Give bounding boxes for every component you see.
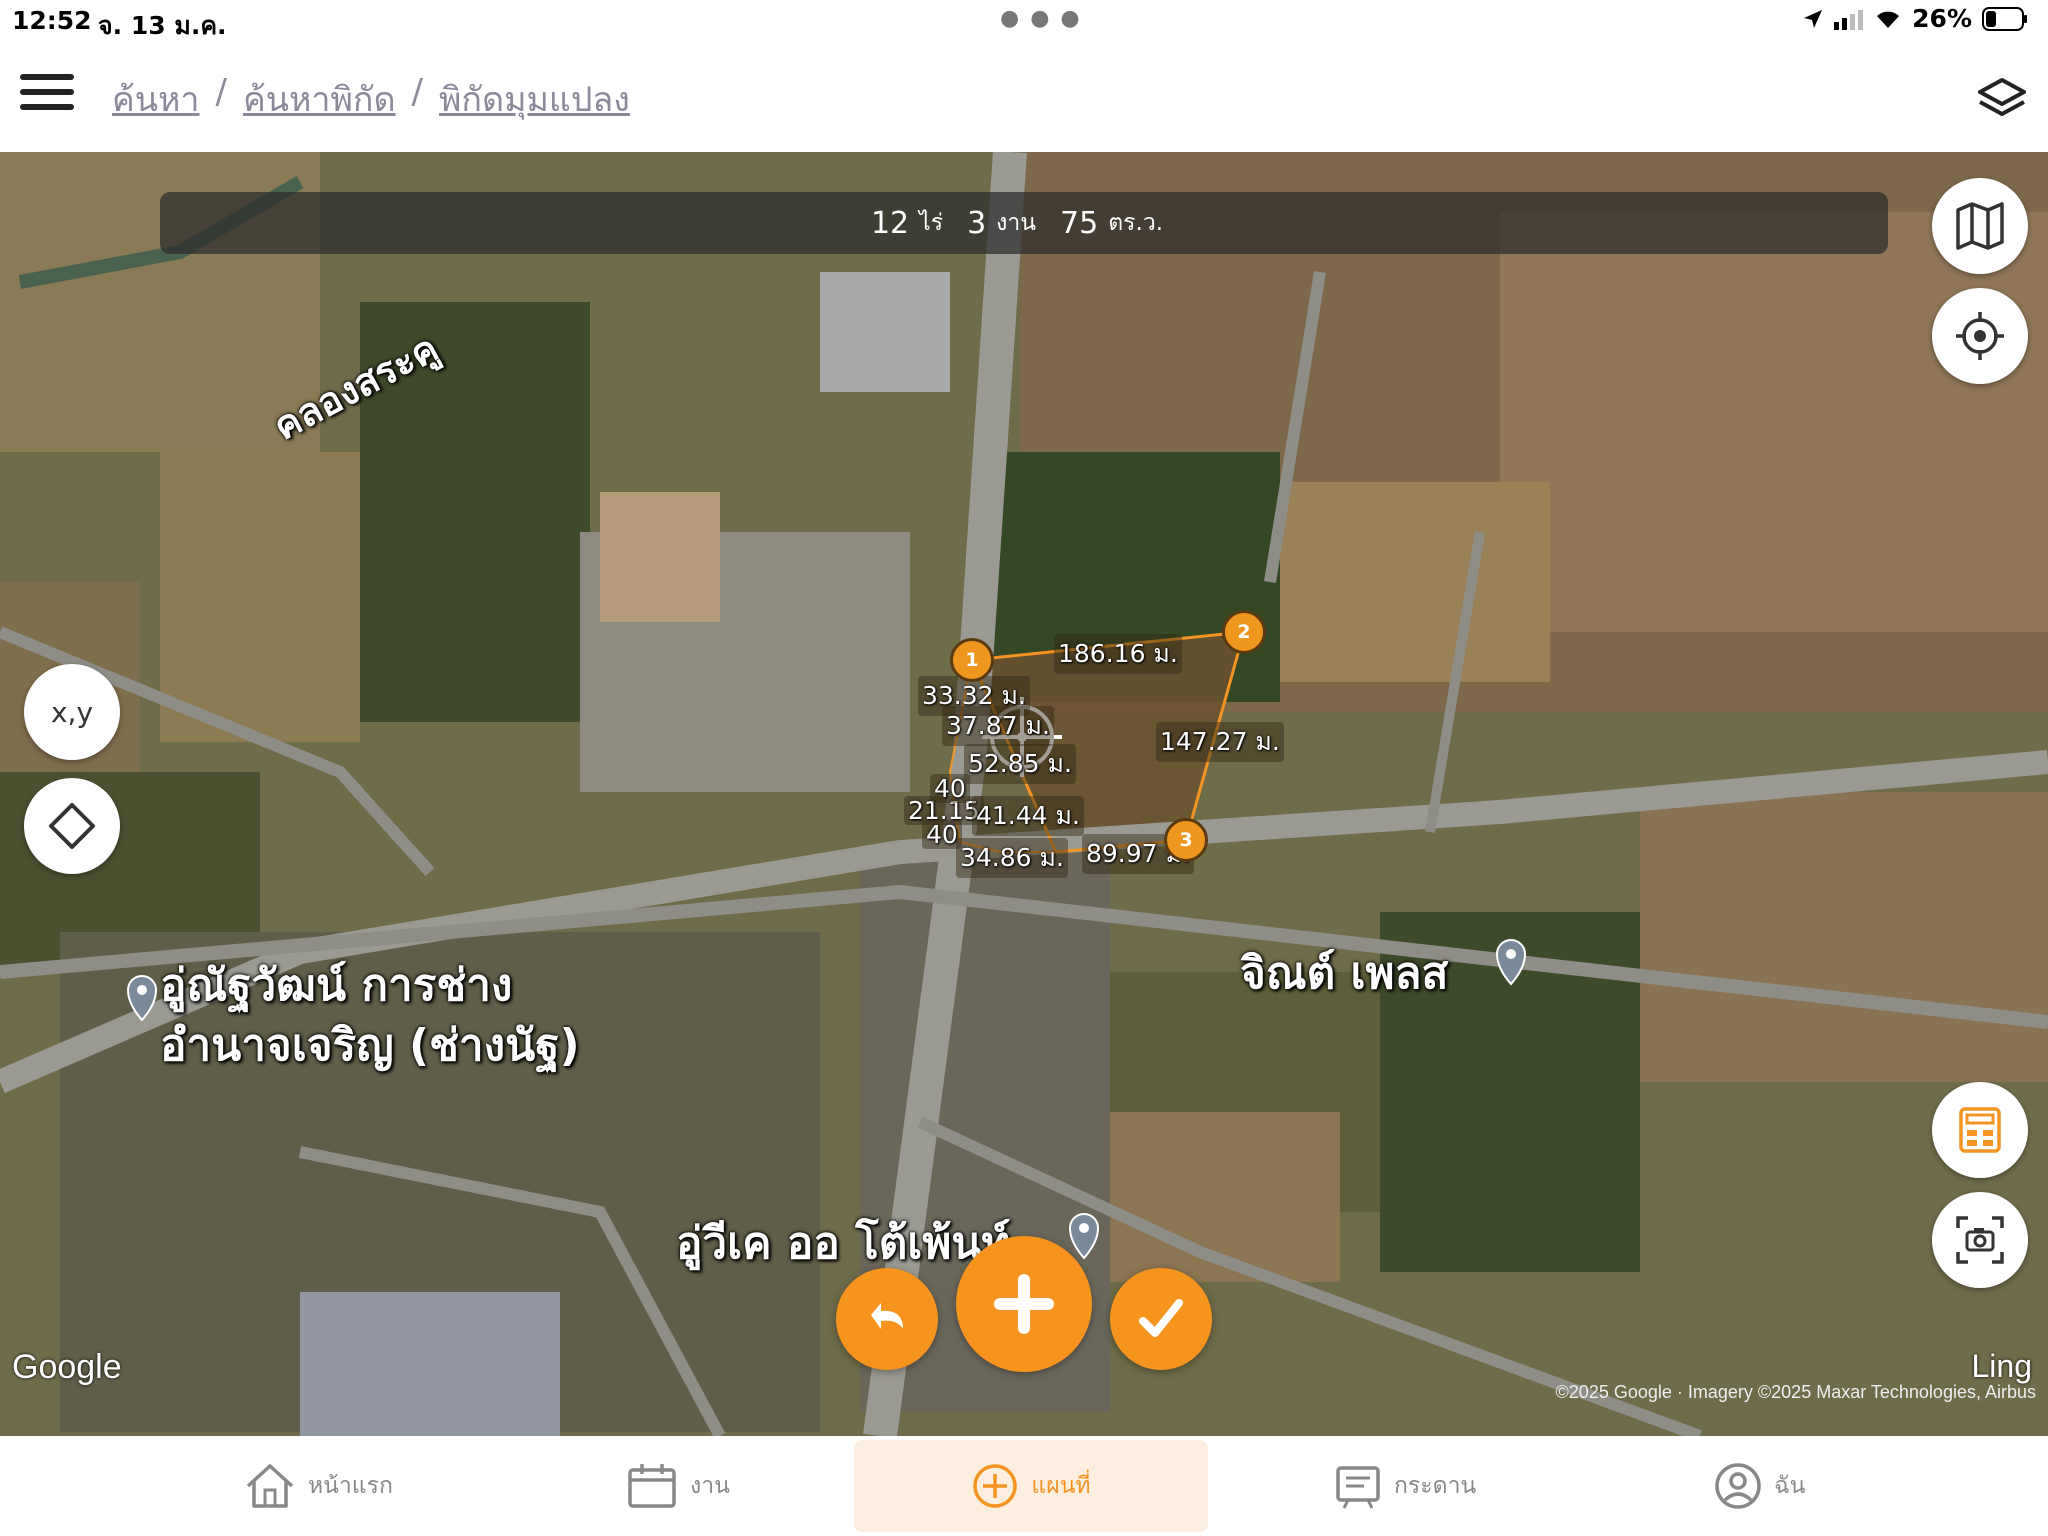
layers-icon[interactable]	[1976, 72, 2028, 124]
wifi-icon	[1877, 11, 1900, 28]
nav-board-label: กระดาน	[1394, 1473, 1477, 1499]
nav-jobs-label: งาน	[690, 1473, 730, 1499]
nav-home-label: หน้าแรก	[308, 1473, 393, 1499]
segment-length-b: 37.87 ม.	[942, 706, 1054, 746]
overlap-label: 40	[922, 820, 962, 849]
map-icon	[1956, 202, 2004, 250]
calculator-button[interactable]	[1932, 1082, 2028, 1178]
nav-map-label: แผนที่	[1031, 1473, 1091, 1499]
breadcrumb-separator: /	[411, 72, 424, 112]
map-label-shop-line2: อำนาจเจริญ (ช่างนัฐ)	[160, 1020, 580, 1071]
multitask-dots-icon[interactable]: ● ● ●	[1000, 6, 1082, 31]
brand-label: Ling	[1971, 1348, 2033, 1384]
segment-length-1-2: 186.16 ม.	[1054, 634, 1182, 674]
nav-home[interactable]: หน้าแรก	[244, 1440, 393, 1532]
xy-coordinate-button[interactable]: x,y	[24, 664, 120, 760]
add-point-button[interactable]	[956, 1236, 1092, 1372]
undo-icon	[871, 1303, 903, 1329]
status-indicators: 26%	[1802, 4, 2028, 33]
segment-length-c: 52.85 ม.	[964, 744, 1076, 784]
hamburger-menu-icon[interactable]	[20, 74, 74, 118]
area-rai-unit: ไร่	[919, 210, 944, 236]
calculator-icon	[1959, 1107, 2001, 1153]
google-logo: Google	[12, 1348, 122, 1386]
bottom-navigation: หน้าแรก งาน แผนที่ กระดาน ฉัน	[0, 1436, 2048, 1536]
board-icon	[1336, 1466, 1380, 1509]
vertex-marker-3[interactable]: 3	[1164, 818, 1208, 862]
status-time: 12:52	[12, 6, 92, 35]
calendar-icon	[628, 1464, 676, 1508]
status-bar: 12:52 จ. 13 ม.ค. ● ● ● 26%	[0, 0, 2048, 40]
screenshot-button[interactable]	[1932, 1192, 2028, 1288]
map-label-place-right: จิณต์ เพลส	[1240, 948, 1449, 999]
segment-length-f: 34.86 ม.	[956, 838, 1068, 878]
battery-percent: 26%	[1912, 4, 1972, 33]
breadcrumb-separator: /	[215, 72, 227, 112]
location-arrow-icon	[1804, 9, 1823, 28]
area-rai-value: 12	[870, 205, 910, 241]
satellite-map[interactable]: 12 ไร่ 3 งาน 75 ตร.ว. คลองสระคู อู่ณัฐวั…	[0, 152, 2048, 1436]
area-ngan-value: 3	[967, 205, 987, 241]
plus-icon	[994, 1274, 1054, 1334]
camera-capture-icon	[1956, 1216, 2004, 1264]
segment-length-2-3: 147.27 ม.	[1156, 722, 1284, 762]
diamond-icon	[49, 803, 95, 849]
breadcrumb-plot-corners[interactable]: พิกัดมุมแปลง	[439, 72, 630, 126]
app-header: ค้นหา / ค้นหาพิกัด / พิกัดมุมแปลง	[0, 40, 2048, 152]
nav-board[interactable]: กระดาน	[1334, 1440, 1476, 1532]
map-attribution[interactable]: ©2025 Google · Imagery ©2025 Maxar Techn…	[1556, 1382, 2036, 1403]
undo-button[interactable]	[836, 1268, 938, 1370]
map-label-garage: อู่วีเค ออ โต้เพ้นท์	[676, 1218, 1011, 1269]
nav-jobs[interactable]: งาน	[626, 1440, 730, 1532]
area-wa-value: 75	[1060, 205, 1099, 241]
map-view-button[interactable]	[1932, 178, 2028, 274]
battery-icon	[1982, 6, 2027, 31]
area-summary-banner: 12 ไร่ 3 งาน 75 ตร.ว.	[160, 192, 1888, 254]
vertex-mode-button[interactable]	[24, 778, 120, 874]
vertex-marker-1[interactable]: 1	[950, 638, 994, 682]
user-icon	[1715, 1463, 1761, 1509]
target-icon	[1956, 312, 2004, 360]
nav-map[interactable]: แผนที่	[854, 1440, 1208, 1532]
home-icon	[246, 1464, 294, 1508]
segment-length-e: 41.44 ม.	[972, 796, 1084, 836]
vertex-marker-2[interactable]: 2	[1222, 610, 1266, 654]
breadcrumb-search[interactable]: ค้นหา	[112, 72, 200, 126]
area-ngan-unit: งาน	[996, 210, 1037, 236]
area-wa-unit: ตร.ว.	[1108, 210, 1164, 236]
nav-profile[interactable]: ฉัน	[1714, 1440, 1805, 1532]
confirm-button[interactable]	[1110, 1268, 1212, 1370]
checkmark-icon	[1139, 1299, 1183, 1337]
nav-profile-label: ฉัน	[1774, 1473, 1806, 1499]
breadcrumb-coordinate-search[interactable]: ค้นหาพิกัด	[243, 72, 396, 126]
my-location-button[interactable]	[1932, 288, 2028, 384]
add-circle-icon	[973, 1464, 1018, 1508]
signal-icon	[1834, 9, 1864, 30]
breadcrumb: ค้นหา / ค้นหาพิกัด / พิกัดมุมแปลง	[112, 72, 630, 126]
xy-label: x,y	[50, 695, 94, 729]
overlap-label: 40	[930, 774, 970, 803]
